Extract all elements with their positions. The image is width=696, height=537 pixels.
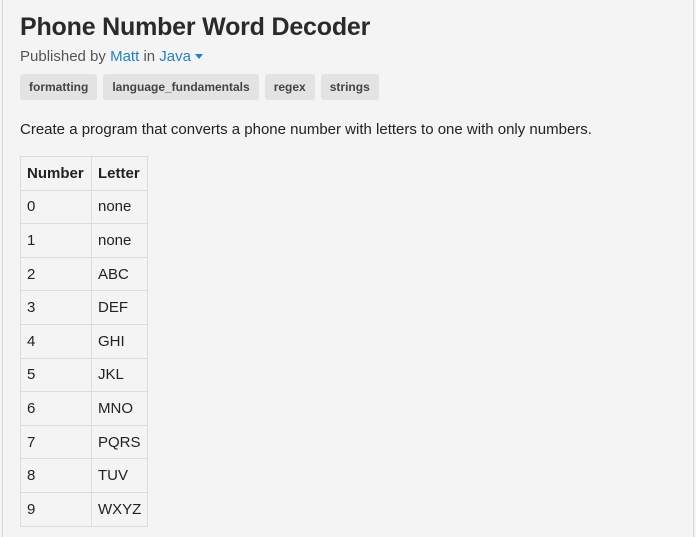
tag-formatting[interactable]: formatting: [20, 74, 98, 100]
tag-regex[interactable]: regex: [264, 74, 315, 100]
table-row: 4 GHI: [20, 323, 149, 359]
cell-number: 0: [20, 189, 92, 225]
cell-letter: GHI: [90, 323, 149, 359]
table-row: 9 WXYZ: [20, 491, 149, 527]
cell-number: 1: [20, 223, 92, 258]
cell-letter: JKL: [90, 357, 149, 393]
cell-letter: none: [90, 223, 149, 258]
table-row: 3 DEF: [20, 290, 149, 325]
cell-number: 8: [20, 458, 92, 493]
tag-language-fundamentals[interactable]: language_fundamentals: [103, 74, 259, 100]
header-number: Number: [20, 156, 92, 191]
challenge-description: Create a program that converts a phone n…: [20, 121, 592, 138]
table-row: 1 none: [20, 223, 149, 258]
cell-number: 6: [20, 391, 92, 426]
byline-prefix: Published by: [20, 48, 106, 65]
cell-letter: TUV: [90, 458, 149, 493]
table-row: 5 JKL: [20, 357, 149, 393]
cell-letter: ABC: [90, 256, 149, 292]
tag-strings[interactable]: strings: [320, 74, 379, 100]
byline: Published by Matt in Java: [20, 46, 676, 68]
panel-right-border: [693, 0, 694, 537]
page-title: Phone Number Word Decoder: [20, 13, 371, 41]
author-link[interactable]: Matt: [110, 48, 139, 65]
tag-list: formatting language_fundamentals regex s…: [20, 74, 676, 100]
cell-letter: PQRS: [90, 424, 149, 460]
table-row: 0 none: [20, 189, 149, 225]
cell-letter: MNO: [90, 391, 149, 426]
cell-number: 7: [20, 424, 92, 460]
language-dropdown[interactable]: Java: [159, 48, 203, 65]
cell-number: 3: [20, 290, 92, 325]
table-row: 2 ABC: [20, 256, 149, 292]
cell-letter: DEF: [90, 290, 149, 325]
language-label: Java: [159, 48, 191, 65]
cell-number: 5: [20, 357, 92, 393]
caret-down-icon: [194, 53, 203, 59]
cell-letter: none: [90, 189, 149, 225]
table-header-row: Number Letter: [20, 156, 149, 191]
byline-middle: in: [143, 48, 156, 65]
challenge-panel: Phone Number Word Decoder Published by M…: [20, 10, 676, 527]
digit-letter-table: Number Letter 0 none 1 none 2 ABC 3 DEF: [20, 156, 149, 527]
table-row: 6 MNO: [20, 391, 149, 426]
cell-number: 2: [20, 256, 92, 292]
cell-number: 9: [20, 491, 92, 527]
panel-left-border: [2, 0, 3, 537]
table-row: 8 TUV: [20, 458, 149, 493]
cell-number: 4: [20, 323, 92, 359]
cell-letter: WXYZ: [90, 491, 149, 527]
header-letter: Letter: [90, 156, 149, 191]
table-row: 7 PQRS: [20, 424, 149, 460]
